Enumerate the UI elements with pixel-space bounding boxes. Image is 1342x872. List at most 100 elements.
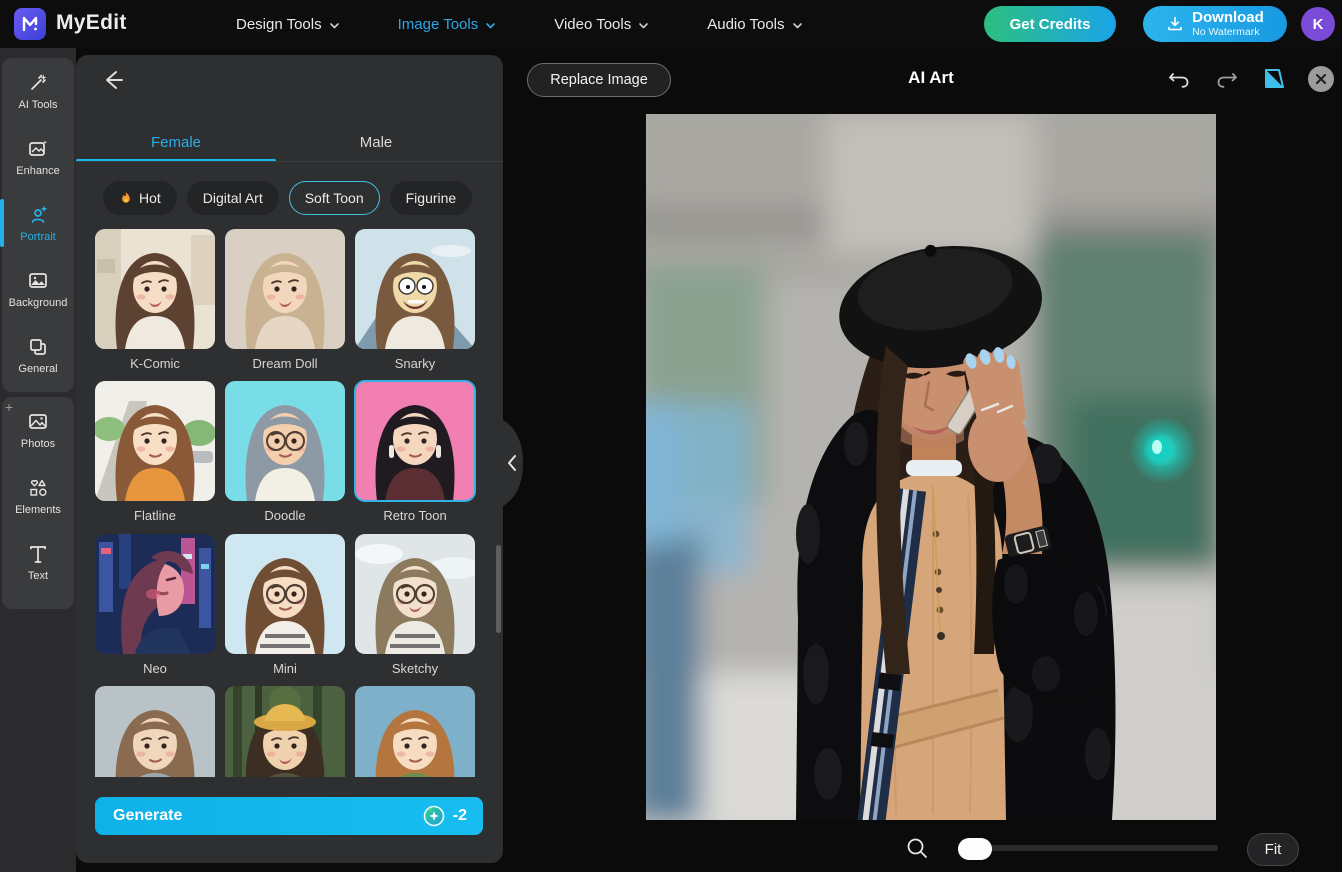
close-button[interactable] xyxy=(1308,66,1334,92)
nav-audio-tools[interactable]: Audio Tools xyxy=(707,16,802,33)
style-thumbnail[interactable] xyxy=(355,534,475,654)
chip-label: Figurine xyxy=(405,190,457,206)
photo-icon xyxy=(29,414,47,429)
nav-design-tools[interactable]: Design Tools xyxy=(236,16,340,33)
filter-chip-figurine[interactable]: Figurine xyxy=(389,181,473,215)
nav-label: Video Tools xyxy=(554,15,632,33)
download-icon xyxy=(1168,16,1182,31)
sidebar-item-label: Text xyxy=(27,570,49,582)
rail-group-edit: AI Tools Enhance Portrait Background General xyxy=(0,58,74,392)
sidebar-item-label: Photos xyxy=(20,438,56,450)
style-thumbnail[interactable] xyxy=(95,686,215,777)
style-option-partial[interactable] xyxy=(355,686,475,777)
panel-scrollbar[interactable] xyxy=(496,545,501,633)
chevron-down-icon xyxy=(329,22,339,28)
canvas-title: AI Art xyxy=(908,68,954,87)
chevron-down-icon xyxy=(486,22,496,28)
panel-collapse-handle[interactable] xyxy=(503,420,527,506)
style-option-retro-toon[interactable]: Retro Toon xyxy=(354,380,476,523)
sidebar-item-ai-tools[interactable]: AI Tools xyxy=(2,58,74,124)
sidebar-item-general[interactable]: General xyxy=(2,322,74,388)
zoom-slider-track[interactable] xyxy=(958,845,1218,851)
filter-chips: Hot Digital Art Soft Toon Figurine xyxy=(103,181,473,215)
fit-button[interactable]: Fit xyxy=(1247,833,1299,866)
person-sparkle-icon xyxy=(31,205,48,223)
replace-image-button[interactable]: Replace Image xyxy=(527,63,671,97)
magic-wand-icon xyxy=(31,74,47,90)
sidebar-item-enhance[interactable]: Enhance xyxy=(2,124,74,190)
get-credits-button[interactable]: Get Credits xyxy=(984,6,1116,42)
nav-image-tools[interactable]: Image Tools xyxy=(398,16,497,33)
myedit-logo-icon[interactable] xyxy=(14,8,46,40)
download-sublabel: No Watermark xyxy=(1192,26,1260,39)
filter-chip-soft-toon[interactable]: Soft Toon xyxy=(288,181,380,215)
redo-icon[interactable] xyxy=(1214,66,1240,92)
chevron-down-icon xyxy=(639,22,649,28)
download-button[interactable]: Download No Watermark xyxy=(1143,6,1287,42)
back-arrow-icon[interactable] xyxy=(100,67,126,93)
style-option-neo[interactable]: Neo xyxy=(95,534,215,676)
sidebar-item-elements[interactable]: Elements xyxy=(2,463,74,529)
credit-coin-icon xyxy=(423,805,445,827)
tab-male[interactable]: Male xyxy=(276,128,476,162)
undo-icon[interactable] xyxy=(1166,66,1192,92)
fire-icon xyxy=(122,192,130,203)
style-thumbnail[interactable] xyxy=(225,534,345,654)
style-thumbnail[interactable] xyxy=(95,381,215,501)
style-label: Dream Doll xyxy=(252,356,318,371)
style-thumbnail[interactable] xyxy=(225,381,345,501)
close-icon xyxy=(1316,74,1326,84)
style-option-partial[interactable] xyxy=(225,686,345,777)
generate-button[interactable]: Generate -2 xyxy=(95,797,483,835)
style-option-doodle[interactable]: Doodle xyxy=(225,381,345,523)
user-avatar[interactable]: K xyxy=(1301,7,1335,41)
style-label: Flatline xyxy=(134,508,176,523)
filter-chip-hot[interactable]: Hot xyxy=(103,181,177,215)
sidebar-item-portrait[interactable]: Portrait xyxy=(0,190,74,256)
download-label: Download xyxy=(1192,9,1264,27)
style-option-partial[interactable] xyxy=(95,686,215,777)
chip-label: Hot xyxy=(139,190,161,206)
generate-label: Generate xyxy=(113,807,183,824)
zoom-slider-thumb[interactable] xyxy=(958,838,992,860)
sidebar-item-label: General xyxy=(18,363,58,375)
filter-chip-digital-art[interactable]: Digital Art xyxy=(186,181,279,215)
style-option-sketchy[interactable]: Sketchy xyxy=(355,534,475,676)
style-thumbnail[interactable] xyxy=(95,229,215,349)
nav-label: Image Tools xyxy=(397,15,479,33)
style-option-dream-doll[interactable]: Dream Doll xyxy=(225,229,345,371)
canvas-image[interactable] xyxy=(626,94,1236,840)
text-icon xyxy=(30,546,46,563)
style-option-k-comic[interactable]: K-Comic xyxy=(95,229,215,371)
nav-label: Audio Tools xyxy=(707,15,785,33)
style-thumbnail[interactable] xyxy=(355,686,475,777)
nav-video-tools[interactable]: Video Tools xyxy=(554,16,649,33)
style-thumbnail[interactable] xyxy=(355,229,475,349)
style-thumbnail[interactable] xyxy=(95,534,215,654)
style-option-flatline[interactable]: Flatline xyxy=(95,381,215,523)
tab-female[interactable]: Female xyxy=(76,128,276,162)
style-label: Mini xyxy=(273,661,297,676)
compare-icon[interactable] xyxy=(1262,66,1288,92)
style-label: Snarky xyxy=(394,356,436,371)
sidebar-item-label: Portrait xyxy=(20,231,56,243)
sidebar-item-text[interactable]: Text xyxy=(2,529,74,595)
brand-title: MyEdit xyxy=(56,11,127,34)
zoom-magnifier-icon[interactable] xyxy=(905,836,929,860)
style-panel: Female Male Hot Digital Art Soft Toon Figuri… xyxy=(76,55,503,863)
style-thumbnail[interactable] xyxy=(354,380,476,502)
style-label: Sketchy xyxy=(391,661,439,676)
main-nav: Design Tools Image Tools Video Tools Audio … xyxy=(236,0,803,48)
style-label: Retro Toon xyxy=(383,508,447,523)
rail-group-assets: Photos Elements Text xyxy=(2,397,74,609)
chip-label: Digital Art xyxy=(202,190,263,206)
sidebar-item-label: Elements xyxy=(15,504,61,516)
style-thumbnail[interactable] xyxy=(225,229,345,349)
sidebar-item-label: Background xyxy=(8,297,68,309)
chevron-down-icon xyxy=(792,22,802,28)
nav-label: Design Tools xyxy=(236,15,322,33)
style-option-snarky[interactable]: Snarky xyxy=(355,229,475,371)
style-thumbnail[interactable] xyxy=(225,686,345,777)
sidebar-item-background[interactable]: Background xyxy=(2,256,74,322)
style-option-mini[interactable]: Mini xyxy=(225,534,345,676)
